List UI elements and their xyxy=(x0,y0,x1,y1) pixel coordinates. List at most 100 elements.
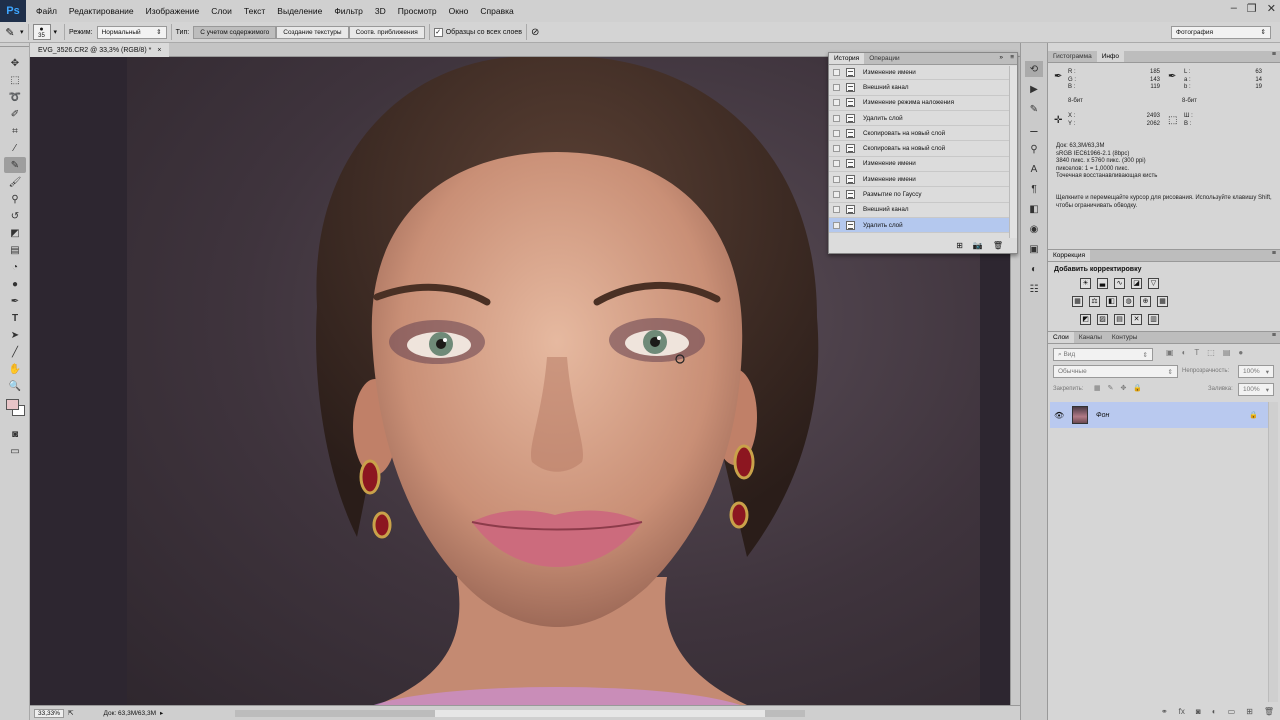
color-balance-icon[interactable]: ⚖ xyxy=(1089,296,1100,307)
workspace-select[interactable]: Фотография ⇕ xyxy=(1171,25,1271,39)
type-tool-icon[interactable]: T xyxy=(4,310,26,326)
history-brush-source-checkbox[interactable] xyxy=(833,206,840,214)
color-lookup-icon[interactable]: ▦ xyxy=(1157,296,1168,307)
tab-layers[interactable]: Слои xyxy=(1048,332,1074,343)
filter-pixel-icon[interactable]: ▣ xyxy=(1166,348,1174,357)
layer-style-icon[interactable]: fx xyxy=(1179,707,1185,716)
properties-icon[interactable]: ☷ xyxy=(1025,281,1043,297)
history-item[interactable]: Изменение режима наложения xyxy=(829,96,1009,111)
quick-mask-icon[interactable]: ◙ xyxy=(4,426,26,442)
new-group-icon[interactable]: ▭ xyxy=(1228,707,1236,716)
status-menu-icon[interactable]: ▸ xyxy=(160,709,163,717)
panel-menu-icon[interactable]: ≡ xyxy=(1272,332,1276,343)
marquee-tool-icon[interactable]: ⬚ xyxy=(4,72,26,88)
history-item[interactable]: Изменение имени xyxy=(829,65,1009,81)
history-item[interactable]: Внешний канал xyxy=(829,80,1009,96)
blur-tool-icon[interactable]: ◔ xyxy=(4,259,26,275)
lock-transparent-icon[interactable]: ▦ xyxy=(1094,384,1101,392)
menu-item[interactable]: Текст xyxy=(238,6,271,16)
history-brush-source-checkbox[interactable] xyxy=(833,145,840,153)
history-item[interactable]: Размытие по Гауссу xyxy=(829,187,1009,203)
posterize-icon[interactable]: ▨ xyxy=(1097,314,1108,325)
hue-saturation-icon[interactable]: ▦ xyxy=(1072,296,1083,307)
menu-item[interactable]: 3D xyxy=(369,6,392,16)
menu-item[interactable]: Слои xyxy=(205,6,238,16)
character-icon[interactable]: A xyxy=(1025,161,1043,177)
horizontal-scroll-thumb[interactable] xyxy=(435,710,765,717)
history-brush-source-checkbox[interactable] xyxy=(833,68,840,76)
spot-healing-brush-tool-icon[interactable]: ✎ xyxy=(4,157,26,173)
tab-adjustments[interactable]: Коррекция xyxy=(1048,250,1090,261)
layer-mask-icon[interactable]: ◙ xyxy=(1196,707,1201,716)
tab-paths[interactable]: Контуры xyxy=(1107,332,1143,343)
history-item[interactable]: Изменение имени xyxy=(829,172,1009,188)
vibrance-icon[interactable]: ▽ xyxy=(1148,278,1159,289)
opacity-field[interactable]: 100% ▾ xyxy=(1238,365,1274,378)
history-brush-source-checkbox[interactable] xyxy=(833,129,840,137)
menu-item[interactable]: Фильтр xyxy=(328,6,369,16)
eraser-tool-icon[interactable]: ◩ xyxy=(4,225,26,241)
move-tool-icon[interactable]: ✥ xyxy=(4,55,26,71)
status-export-icon[interactable]: ⇱ xyxy=(68,709,73,717)
snapshot-icon[interactable]: 📷 xyxy=(973,241,983,250)
collapse-icon[interactable]: » xyxy=(999,54,1003,61)
pressure-icon[interactable]: ⊘ xyxy=(531,27,539,38)
channel-mixer-icon[interactable]: ⊕ xyxy=(1140,296,1151,307)
history-brush-source-checkbox[interactable] xyxy=(833,83,840,91)
horizontal-scrollbar[interactable] xyxy=(235,710,805,717)
threshold-icon[interactable]: ▤ xyxy=(1114,314,1125,325)
menu-item[interactable]: Просмотр xyxy=(392,6,443,16)
brightness-contrast-icon[interactable]: ☀ xyxy=(1080,278,1091,289)
history-brush-tool-icon[interactable]: ↺ xyxy=(4,208,26,224)
history-brush-source-checkbox[interactable] xyxy=(833,160,840,168)
eye-icon[interactable]: 👁 xyxy=(1054,411,1068,420)
lock-position-icon[interactable]: ✥ xyxy=(1121,384,1127,392)
brush-dropdown-icon[interactable]: ▾ xyxy=(54,28,58,36)
trash-icon[interactable]: 🗑 xyxy=(993,241,1003,250)
blend-mode-select[interactable]: Обычные ⇕ xyxy=(1053,365,1178,378)
selective-color-icon[interactable]: ✕ xyxy=(1131,314,1142,325)
history-scrollbar[interactable] xyxy=(1009,66,1017,238)
toolbar-grip[interactable] xyxy=(0,43,29,47)
pen-tool-icon[interactable]: ✒ xyxy=(4,293,26,309)
type-content-aware[interactable]: С учетом содержимого xyxy=(193,25,277,39)
menu-item[interactable]: Изображение xyxy=(140,6,206,16)
close-button[interactable]: ✕ xyxy=(1267,2,1276,15)
history-brush-source-checkbox[interactable] xyxy=(833,175,840,183)
lasso-tool-icon[interactable]: ➰ xyxy=(4,89,26,105)
gradient-tool-icon[interactable]: ▤ xyxy=(4,242,26,258)
filter-adjustment-icon[interactable]: ◐ xyxy=(1182,348,1187,357)
history-brush-source-checkbox[interactable] xyxy=(833,99,840,107)
history-brush-source-checkbox[interactable] xyxy=(833,191,840,199)
clone-stamp-tool-icon[interactable]: ⚲ xyxy=(4,191,26,207)
quick-selection-tool-icon[interactable]: ✐ xyxy=(4,106,26,122)
filter-type-icon[interactable]: T xyxy=(1194,348,1199,357)
filter-toggle-icon[interactable]: ● xyxy=(1238,348,1243,357)
eyedropper-tool-icon[interactable]: ⁄ xyxy=(4,140,26,156)
line-tool-icon[interactable]: ╱ xyxy=(4,344,26,360)
close-icon[interactable]: × xyxy=(157,47,161,54)
zoom-tool-icon[interactable]: 🔍 xyxy=(4,378,26,394)
menu-item[interactable]: Выделение xyxy=(271,6,328,16)
filter-smart-object-icon[interactable]: ▤ xyxy=(1223,348,1231,357)
menu-item[interactable]: Редактирование xyxy=(63,6,140,16)
document-tab[interactable]: EVG_3526.CR2 @ 33,3% (RGB/8) * × xyxy=(30,43,170,57)
clone-source-icon[interactable]: ⚲ xyxy=(1025,141,1043,157)
lock-image-icon[interactable]: ✎ xyxy=(1108,384,1114,392)
paragraph-icon[interactable]: ¶ xyxy=(1025,181,1043,197)
dodge-tool-icon[interactable]: ● xyxy=(4,276,26,292)
gradient-map-icon[interactable]: ▥ xyxy=(1148,314,1159,325)
panel-menu-icon[interactable]: ≡ xyxy=(1272,250,1276,261)
curves-icon[interactable]: ∿ xyxy=(1114,278,1125,289)
panel-menu-icon[interactable]: ≡ xyxy=(1272,51,1276,62)
layer-row[interactable]: 👁 Фон 🔒 xyxy=(1050,402,1268,428)
history-item[interactable]: Удалить слой xyxy=(829,111,1009,127)
new-document-from-state-icon[interactable]: ⊞ xyxy=(956,241,963,250)
levels-icon[interactable]: ▃ xyxy=(1097,278,1108,289)
fill-field[interactable]: 100% ▾ xyxy=(1238,383,1274,396)
navigator-icon[interactable]: ▣ xyxy=(1025,241,1043,257)
history-brush-source-checkbox[interactable] xyxy=(833,114,840,122)
sample-all-layers-checkbox[interactable]: ✓ xyxy=(433,27,443,37)
history-item[interactable]: Изменение имени xyxy=(829,157,1009,173)
invert-icon[interactable]: ◩ xyxy=(1080,314,1091,325)
